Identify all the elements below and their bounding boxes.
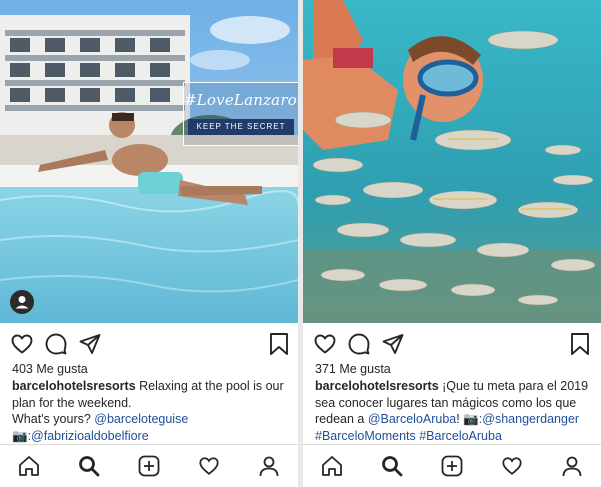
search-icon[interactable] xyxy=(381,455,403,477)
add-post-icon[interactable] xyxy=(138,455,160,477)
comment-icon[interactable] xyxy=(44,332,68,356)
tagged-user-icon[interactable] xyxy=(10,290,34,314)
profile-icon[interactable] xyxy=(258,455,280,477)
bookmark-icon[interactable] xyxy=(569,332,591,356)
add-post-icon[interactable] xyxy=(441,455,463,477)
bookmark-icon[interactable] xyxy=(268,332,290,356)
hashtag-overlay: #LoveLanzarote KEEP THE SECRET xyxy=(183,82,298,146)
photographer-mention-link[interactable]: :@fabrizioaldobelfiore xyxy=(28,429,149,443)
caption-username[interactable]: barcelohotelsresorts xyxy=(12,379,136,393)
post-actions xyxy=(303,330,601,358)
caption-question: What's yours? xyxy=(12,412,95,426)
post-right: 371 Me gusta barcelohotelsresorts ¡Que t… xyxy=(303,0,601,487)
bottom-navigation xyxy=(303,444,601,487)
caption-username[interactable]: barcelohotelsresorts xyxy=(315,379,439,393)
search-icon[interactable] xyxy=(78,455,100,477)
activity-heart-icon[interactable] xyxy=(501,455,523,477)
post-photo-snorkel[interactable] xyxy=(303,0,601,323)
likes-count[interactable]: 403 Me gusta xyxy=(12,362,88,376)
post-photo-pool[interactable]: #LoveLanzarote KEEP THE SECRET xyxy=(0,0,298,323)
post-caption: barcelohotelsresorts Relaxing at the poo… xyxy=(12,378,294,444)
mention-link[interactable]: @barceloteguise xyxy=(94,412,188,426)
home-icon[interactable] xyxy=(321,455,343,477)
mention-link[interactable]: @BarceloAruba xyxy=(368,412,456,426)
likes-count[interactable]: 371 Me gusta xyxy=(315,362,391,376)
camera-emoji: 📷 xyxy=(12,428,28,443)
camera-emoji: 📷 xyxy=(463,412,479,426)
post-actions xyxy=(0,330,298,358)
profile-icon[interactable] xyxy=(561,455,583,477)
home-icon[interactable] xyxy=(18,455,40,477)
post-caption: barcelohotelsresorts ¡Que tu meta para e… xyxy=(315,378,597,444)
overlay-title: #LoveLanzarote xyxy=(184,91,298,109)
heart-icon[interactable] xyxy=(10,332,34,356)
send-icon[interactable] xyxy=(381,332,405,356)
send-icon[interactable] xyxy=(78,332,102,356)
activity-heart-icon[interactable] xyxy=(198,455,220,477)
photographer-mention-link[interactable]: :@shangerdanger xyxy=(479,412,579,426)
overlay-subtitle: KEEP THE SECRET xyxy=(188,119,294,135)
bottom-navigation xyxy=(0,444,298,487)
hashtags-link[interactable]: #BarceloMoments #BarceloAruba xyxy=(315,429,502,443)
heart-icon[interactable] xyxy=(313,332,337,356)
comment-icon[interactable] xyxy=(347,332,371,356)
post-left: #LoveLanzarote KEEP THE SECRET 403 Me gu… xyxy=(0,0,298,487)
